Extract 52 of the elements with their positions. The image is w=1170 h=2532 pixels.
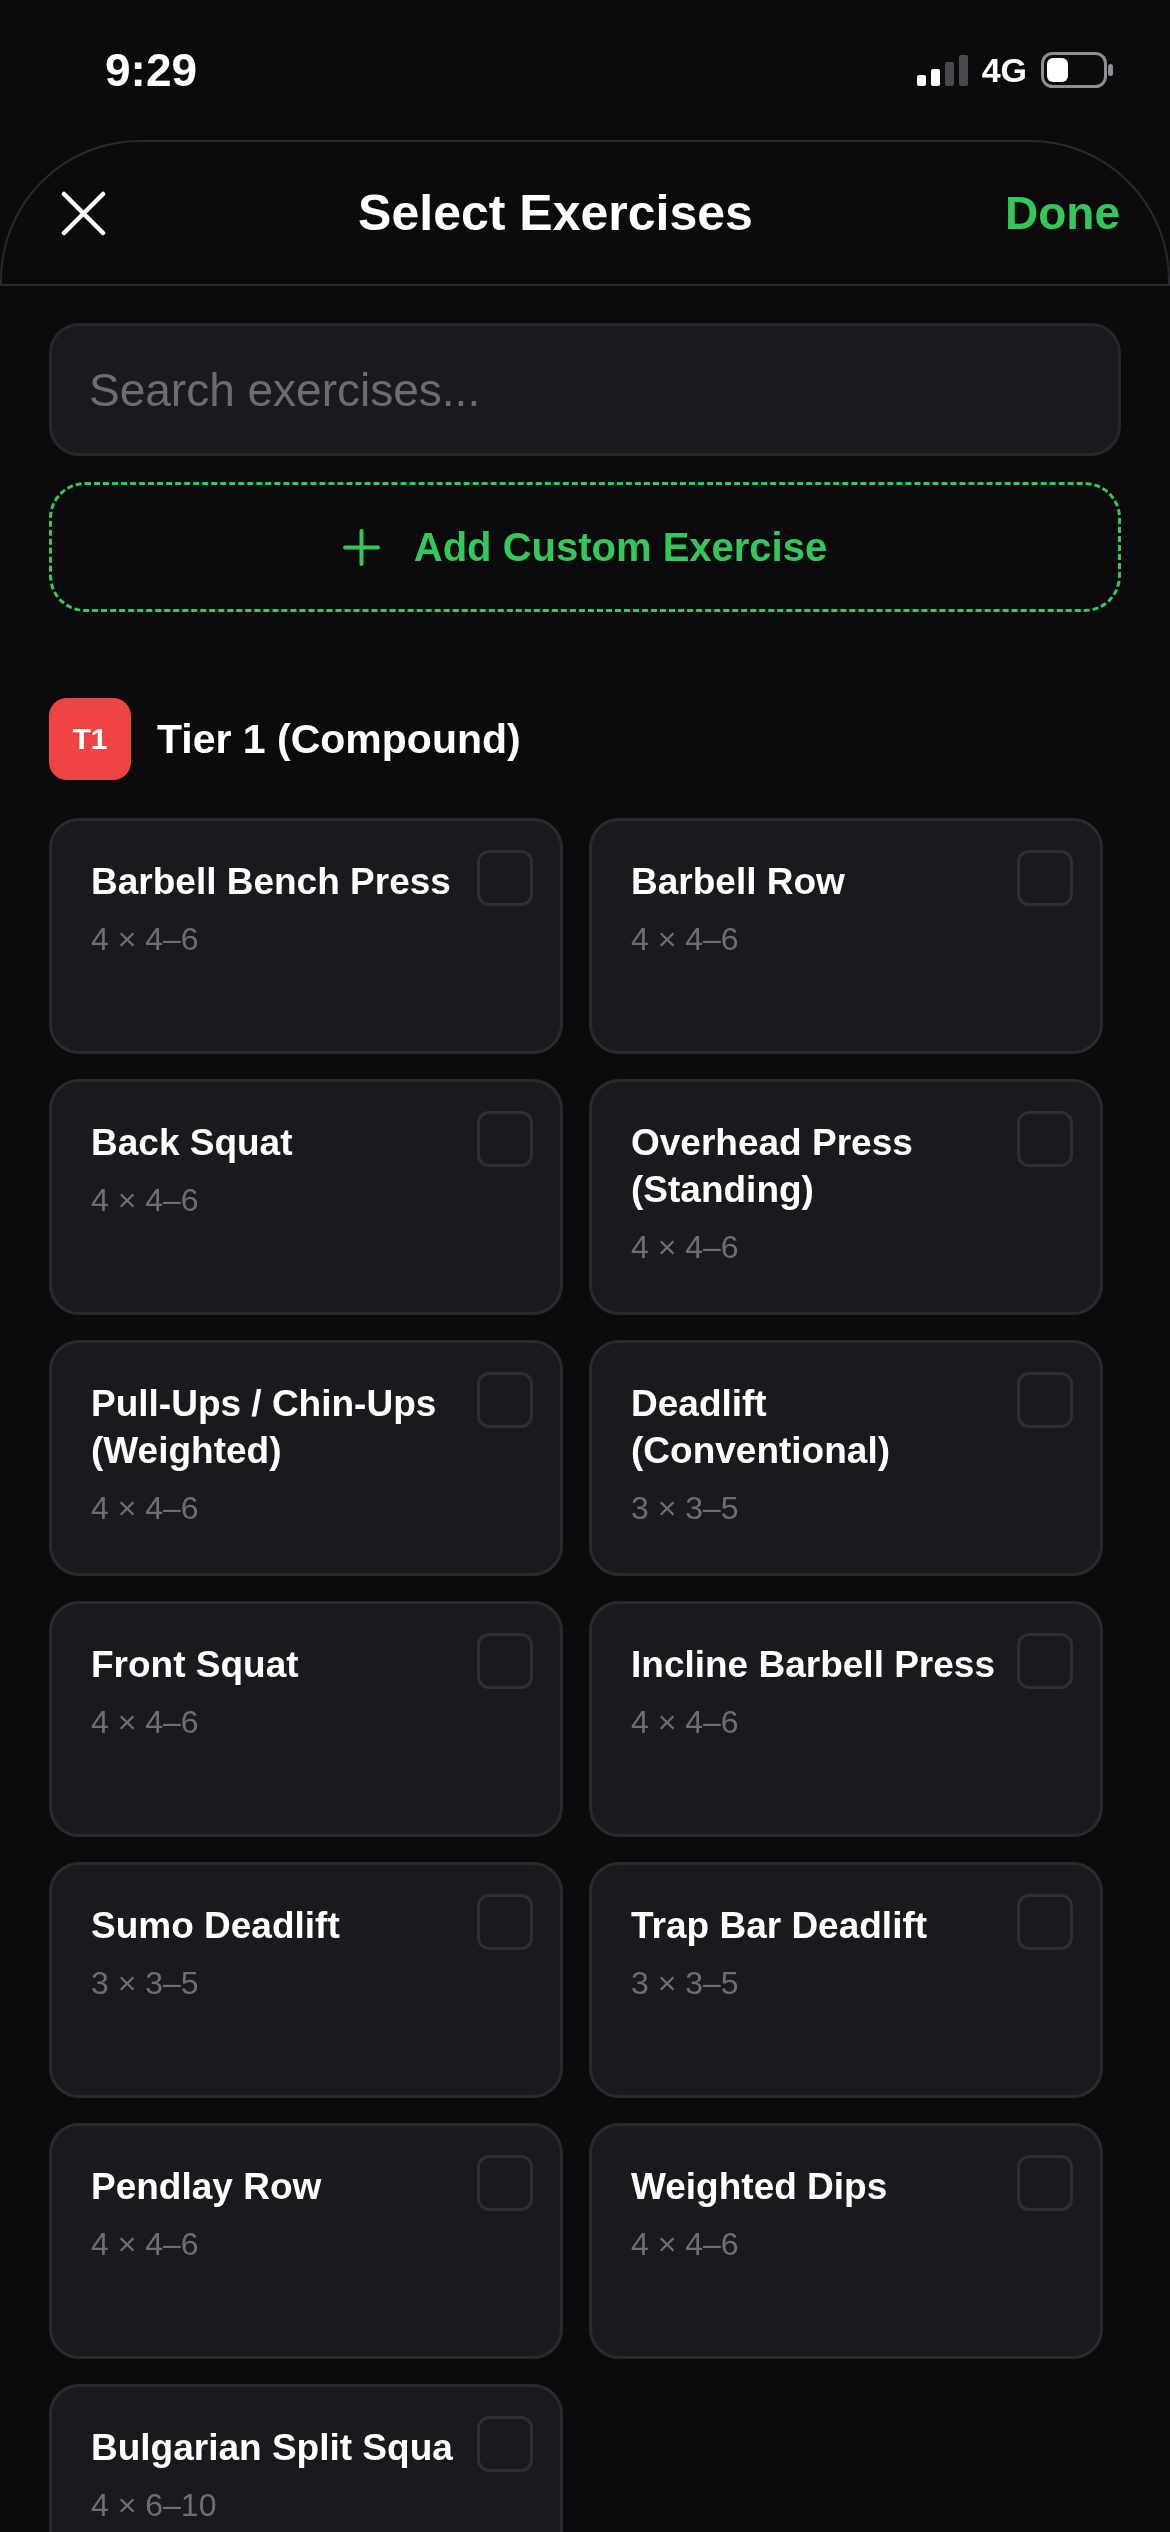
exercise-name: Pendlay Row bbox=[91, 2165, 323, 2209]
exercise-card[interactable]: Pendlay Row 4 × 4–6 bbox=[49, 2123, 563, 2359]
sheet-title: Select Exercises bbox=[357, 184, 754, 242]
exercise-card[interactable]: Overhead Press (Standing) 4 × 4–6 bbox=[589, 1079, 1103, 1315]
exercise-name: Sumo Deadlift bbox=[91, 1904, 341, 1948]
sets-reps-label: 3 × 3–5 bbox=[631, 1489, 740, 1528]
exercise-card[interactable]: Trap Bar Deadlift 3 × 3–5 bbox=[589, 1862, 1103, 2098]
exercise-card[interactable]: Weighted Dips 4 × 4–6 bbox=[589, 2123, 1103, 2359]
exercise-name: Overhead Press (Standing) bbox=[631, 1121, 914, 1212]
exercise-card[interactable]: Barbell Bench Press 4 × 4–6 bbox=[49, 818, 563, 1054]
plus-icon bbox=[342, 528, 380, 566]
exercise-card[interactable]: Pull-Ups / Chin-Ups (Weighted) 4 × 4–6 bbox=[49, 1340, 563, 1576]
sets-reps-label: 4 × 4–6 bbox=[91, 920, 200, 959]
exercise-card[interactable]: Back Squat 4 × 4–6 bbox=[49, 1079, 563, 1315]
exercise-name: Incline Barbell Press bbox=[631, 1643, 996, 1687]
sets-reps-label: 4 × 4–6 bbox=[91, 2225, 200, 2264]
status-time: 9:29 bbox=[105, 43, 198, 97]
sets-reps-label: 4 × 6–10 bbox=[91, 2486, 218, 2525]
sets-reps-label: 3 × 3–5 bbox=[91, 1964, 200, 2003]
search-field[interactable]: Search exercises... bbox=[49, 323, 1121, 456]
sets-reps-label: 4 × 4–6 bbox=[631, 1228, 740, 1267]
sets-reps-label: 4 × 4–6 bbox=[631, 2225, 740, 2264]
done-button[interactable]: Done bbox=[1005, 186, 1120, 240]
sets-reps-label: 3 × 3–5 bbox=[631, 1964, 740, 2003]
close-button[interactable] bbox=[61, 190, 106, 236]
exercise-name: Deadlift (Conventional) bbox=[631, 1382, 891, 1473]
exercise-card[interactable]: Deadlift (Conventional) 3 × 3–5 bbox=[589, 1340, 1103, 1576]
add-custom-exercise-button[interactable]: Add Custom Exercise bbox=[49, 482, 1121, 612]
close-icon bbox=[61, 190, 106, 236]
network-label: 4G bbox=[981, 50, 1027, 90]
signal-icon bbox=[916, 54, 968, 86]
exercise-card[interactable]: Sumo Deadlift 3 × 3–5 bbox=[49, 1862, 563, 2098]
sets-reps-label: 4 × 4–6 bbox=[91, 1703, 200, 1742]
exercise-name: Barbell Bench Press bbox=[91, 860, 452, 904]
sets-reps-label: 4 × 4–6 bbox=[631, 920, 740, 959]
exercise-name: Barbell Row bbox=[631, 860, 846, 904]
exercise-name: Pull-Ups / Chin-Ups (Weighted) bbox=[91, 1382, 438, 1473]
exercise-name: Bulgarian Split Squa bbox=[91, 2426, 454, 2470]
sets-reps-label: 4 × 4–6 bbox=[91, 1489, 200, 1528]
exercise-name: Front Squat bbox=[91, 1643, 300, 1687]
exercise-name: Trap Bar Deadlift bbox=[631, 1904, 929, 1948]
sets-reps-label: 4 × 4–6 bbox=[631, 1703, 740, 1742]
sets-reps-label: 4 × 4–6 bbox=[91, 1181, 200, 1220]
tier-badge: T1 bbox=[49, 698, 131, 780]
battery-icon bbox=[1041, 52, 1113, 88]
section-title: Tier 1 (Compound) bbox=[157, 715, 521, 763]
exercise-card[interactable]: Barbell Row 4 × 4–6 bbox=[589, 818, 1103, 1054]
exercise-name: Weighted Dips bbox=[631, 2165, 889, 2209]
exercise-card[interactable]: Front Squat 4 × 4–6 bbox=[49, 1601, 563, 1837]
exercise-card[interactable]: Bulgarian Split Squa 4 × 6–10 bbox=[49, 2384, 563, 2532]
exercise-name: Back Squat bbox=[91, 1121, 294, 1165]
exercise-card[interactable]: Incline Barbell Press 4 × 4–6 bbox=[589, 1601, 1103, 1837]
